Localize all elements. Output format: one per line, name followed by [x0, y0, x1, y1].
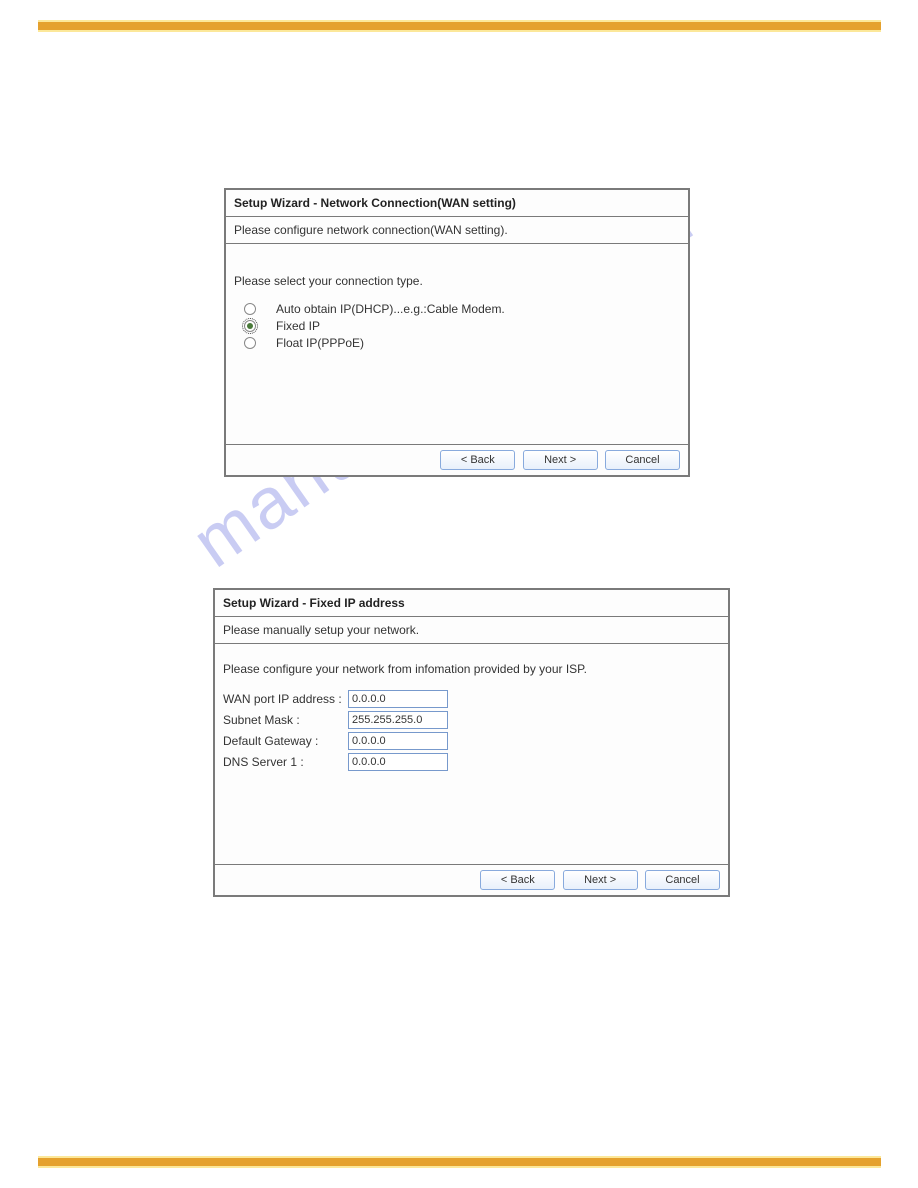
radio-row-dhcp[interactable]: Auto obtain IP(DHCP)...e.g.:Cable Modem.	[244, 302, 680, 316]
dialog-subtitle: Please configure network connection(WAN …	[226, 217, 688, 244]
back-button[interactable]: < Back	[440, 450, 515, 470]
wan-ip-input[interactable]	[348, 690, 448, 708]
field-label: Subnet Mask :	[223, 713, 348, 727]
prompt-text: Please configure your network from infom…	[223, 662, 720, 676]
dialog-title: Setup Wizard - Network Connection(WAN se…	[226, 190, 688, 217]
next-button[interactable]: Next >	[523, 450, 598, 470]
field-label: WAN port IP address :	[223, 692, 348, 706]
dialog-footer: < Back Next > Cancel	[226, 444, 688, 475]
page-bottom-border	[38, 1156, 881, 1168]
content-area: manualshive.com Setup Wizard - Network C…	[38, 40, 881, 1140]
next-button[interactable]: Next >	[563, 870, 638, 890]
radio-label: Float IP(PPPoE)	[276, 336, 364, 350]
dialog-body: Please configure your network from infom…	[215, 644, 728, 864]
form-row-subnet-mask: Subnet Mask :	[223, 711, 720, 729]
form-row-dns-server: DNS Server 1 :	[223, 753, 720, 771]
form-row-default-gateway: Default Gateway :	[223, 732, 720, 750]
radio-label: Fixed IP	[276, 319, 320, 333]
field-label: Default Gateway :	[223, 734, 348, 748]
dialog-title: Setup Wizard - Fixed IP address	[215, 590, 728, 617]
radio-icon[interactable]	[244, 303, 256, 315]
wizard-dialog-fixed-ip: Setup Wizard - Fixed IP address Please m…	[213, 588, 730, 897]
page-top-border	[38, 20, 881, 32]
cancel-button[interactable]: Cancel	[645, 870, 720, 890]
dns-server-input[interactable]	[348, 753, 448, 771]
radio-row-fixed-ip[interactable]: Fixed IP	[244, 319, 680, 333]
form-row-wan-ip: WAN port IP address :	[223, 690, 720, 708]
prompt-text: Please select your connection type.	[234, 274, 680, 288]
cancel-button[interactable]: Cancel	[605, 450, 680, 470]
dialog-footer: < Back Next > Cancel	[215, 864, 728, 895]
back-button[interactable]: < Back	[480, 870, 555, 890]
radio-icon[interactable]	[244, 337, 256, 349]
subnet-mask-input[interactable]	[348, 711, 448, 729]
default-gateway-input[interactable]	[348, 732, 448, 750]
dialog-body: Please select your connection type. Auto…	[226, 244, 688, 444]
wizard-dialog-wan: Setup Wizard - Network Connection(WAN se…	[224, 188, 690, 477]
radio-label: Auto obtain IP(DHCP)...e.g.:Cable Modem.	[276, 302, 505, 316]
radio-icon[interactable]	[244, 320, 256, 332]
field-label: DNS Server 1 :	[223, 755, 348, 769]
radio-row-pppoe[interactable]: Float IP(PPPoE)	[244, 336, 680, 350]
dialog-subtitle: Please manually setup your network.	[215, 617, 728, 644]
